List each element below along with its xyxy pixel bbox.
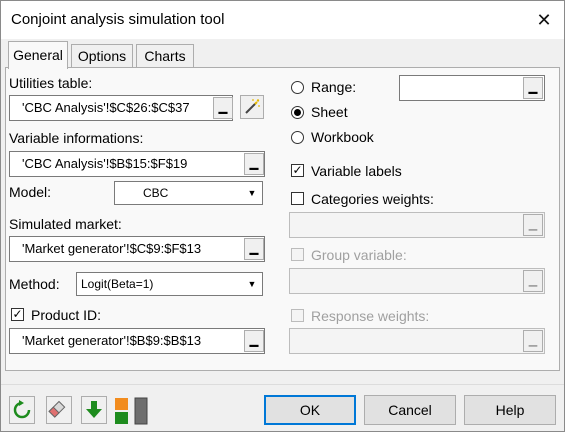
tab-charts[interactable]: Charts xyxy=(136,44,194,68)
product-id-select-button[interactable]: ▁ xyxy=(244,330,264,352)
method-label: Method: xyxy=(9,276,60,292)
sheet-radio[interactable] xyxy=(291,106,304,119)
down-arrow-icon xyxy=(86,401,102,418)
response-weights-select-button[interactable]: ▁ xyxy=(523,330,543,352)
categories-weights-checkbox[interactable] xyxy=(291,192,304,205)
variable-labels-label: Variable labels xyxy=(311,163,402,179)
range-select-button[interactable]: ▁ xyxy=(523,77,543,99)
product-id-value: 'Market generator'!$B$9:$B$13 xyxy=(22,333,202,348)
layout-icon xyxy=(115,397,148,425)
method-value: Logit(Beta=1) xyxy=(81,277,154,291)
layout-button[interactable] xyxy=(113,396,151,425)
cancel-button[interactable]: Cancel xyxy=(364,395,456,425)
reset-button[interactable] xyxy=(9,396,35,424)
model-select[interactable]: CBC ▼ xyxy=(114,181,263,205)
window-title: Conjoint analysis simulation tool xyxy=(11,11,225,28)
group-variable-checkbox[interactable] xyxy=(291,248,304,261)
categories-weights-label: Categories weights: xyxy=(311,191,434,207)
down-button[interactable] xyxy=(81,396,107,424)
categories-weights-select-button[interactable]: ▁ xyxy=(523,214,543,236)
simulated-market-label: Simulated market: xyxy=(9,216,122,232)
workbook-radio[interactable] xyxy=(291,131,304,144)
model-value: CBC xyxy=(143,186,169,200)
tab-general[interactable]: General xyxy=(8,41,68,69)
variable-info-value: 'CBC Analysis'!$B$15:$F$19 xyxy=(22,156,188,171)
title-bar: Conjoint analysis simulation tool ✕ xyxy=(1,1,564,39)
workbook-label: Workbook xyxy=(311,129,374,145)
simulated-market-select-button[interactable]: ▁ xyxy=(244,238,264,260)
utilities-table-label: Utilities table: xyxy=(9,75,93,91)
eraser-button[interactable] xyxy=(46,396,72,424)
utilities-select-button[interactable]: ▁ xyxy=(213,97,233,119)
range-label: Range: xyxy=(311,79,357,95)
model-label: Model: xyxy=(9,184,52,200)
footer-divider xyxy=(1,384,564,385)
help-button[interactable]: Help xyxy=(464,395,556,425)
product-id-label: Product ID: xyxy=(31,307,102,323)
utilities-table-value: 'CBC Analysis'!$C$26:$C$37 xyxy=(22,100,190,115)
simulated-market-value: 'Market generator'!$C$9:$F$13 xyxy=(22,241,202,256)
eraser-icon xyxy=(48,400,66,418)
sheet-label: Sheet xyxy=(311,104,348,120)
response-weights-field[interactable] xyxy=(289,328,545,354)
utilities-table-field[interactable]: 'CBC Analysis'!$C$26:$C$37 xyxy=(9,95,233,121)
variable-info-select-button[interactable]: ▁ xyxy=(244,153,264,175)
product-id-checkbox[interactable]: ✓ xyxy=(11,308,24,321)
response-weights-checkbox[interactable] xyxy=(291,309,304,322)
method-select[interactable]: Logit(Beta=1) ▼ xyxy=(76,272,263,296)
magic-wand-icon xyxy=(245,99,260,114)
group-variable-field[interactable] xyxy=(289,268,545,294)
range-radio[interactable] xyxy=(291,81,304,94)
tab-options[interactable]: Options xyxy=(71,44,133,68)
variable-info-label: Variable informations: xyxy=(9,130,144,146)
simulated-market-field[interactable]: 'Market generator'!$C$9:$F$13 xyxy=(9,236,265,262)
variable-info-field[interactable]: 'CBC Analysis'!$B$15:$F$19 xyxy=(9,151,265,177)
chevron-down-icon: ▼ xyxy=(243,183,261,203)
close-icon[interactable]: ✕ xyxy=(531,7,557,33)
wand-icon-button[interactable] xyxy=(240,95,264,119)
reset-icon xyxy=(13,400,31,419)
categories-weights-field[interactable] xyxy=(289,212,545,238)
chevron-down-icon: ▼ xyxy=(243,274,261,294)
group-variable-label: Group variable: xyxy=(311,247,407,263)
group-variable-select-button[interactable]: ▁ xyxy=(523,270,543,292)
dialog-window: Conjoint analysis simulation tool ✕ Gene… xyxy=(0,0,565,432)
product-id-field[interactable]: 'Market generator'!$B$9:$B$13 xyxy=(9,328,265,354)
response-weights-label: Response weights: xyxy=(311,308,430,324)
variable-labels-checkbox[interactable]: ✓ xyxy=(291,164,304,177)
ok-button[interactable]: OK xyxy=(264,395,356,425)
